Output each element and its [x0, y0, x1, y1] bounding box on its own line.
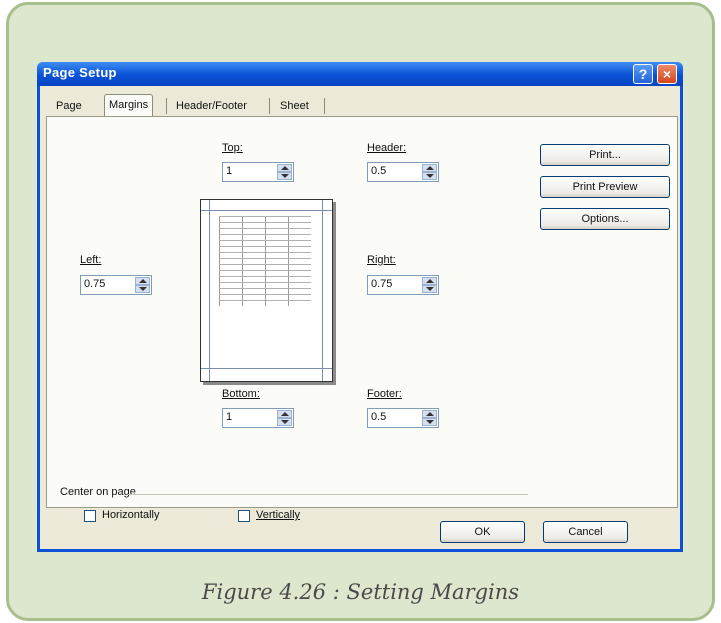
spin-down-button[interactable]: [422, 418, 437, 426]
right-margin-line: [322, 200, 323, 381]
left-margin-spinner[interactable]: 0.75: [80, 275, 152, 295]
horizontally-checkbox[interactable]: [84, 510, 96, 522]
left-label: Left:: [80, 254, 102, 266]
right-margin-spinner[interactable]: 0.75: [367, 275, 439, 295]
spin-down-button[interactable]: [422, 285, 437, 293]
arrow-up-icon: [426, 166, 434, 170]
arrow-up-icon: [281, 166, 289, 170]
tab-divider: [166, 98, 167, 114]
page-preview: [200, 199, 333, 382]
bottom-label: Bottom:: [222, 388, 260, 400]
arrow-up-icon: [139, 279, 147, 283]
spin-up-button[interactable]: [135, 277, 150, 285]
print-button[interactable]: Print...: [540, 144, 670, 166]
arrow-up-icon: [426, 279, 434, 283]
title-bar[interactable]: Page Setup ? ×: [37, 62, 683, 86]
options-button[interactable]: Options...: [540, 208, 670, 230]
spin-down-button[interactable]: [135, 285, 150, 293]
spin-down-button[interactable]: [422, 172, 437, 180]
top-margin-value: 1: [226, 165, 233, 177]
help-button[interactable]: ?: [633, 64, 653, 84]
bottom-margin-value: 1: [226, 411, 233, 423]
spinner-arrows: [422, 164, 437, 180]
tab-divider: [269, 98, 270, 114]
spinner-arrows: [277, 410, 292, 426]
arrow-up-icon: [281, 412, 289, 416]
spin-down-button[interactable]: [277, 172, 292, 180]
right-label: Right:: [367, 254, 396, 266]
spinner-arrows: [422, 277, 437, 293]
top-margin-spinner[interactable]: 1: [222, 162, 294, 182]
spin-up-button[interactable]: [422, 164, 437, 172]
left-margin-value: 0.75: [84, 278, 106, 290]
vertically-label[interactable]: Vertically: [256, 509, 300, 521]
spin-up-button[interactable]: [422, 277, 437, 285]
arrow-down-icon: [139, 287, 147, 291]
left-margin-line: [209, 200, 210, 381]
right-margin-value: 0.75: [371, 278, 393, 290]
header-margin-spinner[interactable]: 0.5: [367, 162, 439, 182]
tab-sheet[interactable]: Sheet: [276, 96, 313, 116]
center-on-page-label: Center on page: [60, 486, 136, 498]
tab-margins[interactable]: Margins: [104, 94, 154, 117]
spinner-arrows: [277, 164, 292, 180]
arrow-down-icon: [426, 174, 434, 178]
footer-margin-spinner[interactable]: 0.5: [367, 408, 439, 428]
footer-label: Footer:: [367, 388, 402, 400]
spin-up-button[interactable]: [277, 410, 292, 418]
close-button[interactable]: ×: [657, 64, 677, 84]
group-divider: [128, 494, 528, 495]
print-preview-button[interactable]: Print Preview: [540, 176, 670, 198]
bottom-margin-spinner[interactable]: 1: [222, 408, 294, 428]
spin-down-button[interactable]: [277, 418, 292, 426]
arrow-down-icon: [426, 287, 434, 291]
dialog-body: Page Margins Header/Footer Sheet Top: 1 …: [40, 86, 680, 549]
spinner-arrows: [422, 410, 437, 426]
arrow-down-icon: [426, 420, 434, 424]
arrow-down-icon: [281, 174, 289, 178]
page-setup-dialog: Page Setup ? × Page Margins Header/Foote…: [37, 62, 683, 552]
ok-button[interactable]: OK: [440, 521, 525, 543]
tab-divider: [324, 98, 325, 114]
spin-up-button[interactable]: [277, 164, 292, 172]
header-margin-value: 0.5: [371, 165, 387, 177]
vertically-checkbox[interactable]: [238, 510, 250, 522]
horizontally-label[interactable]: Horizontally: [102, 509, 159, 521]
top-label: Top:: [222, 142, 243, 154]
dialog-title: Page Setup: [43, 65, 117, 80]
tab-page[interactable]: Page: [52, 96, 86, 116]
header-margin-line: [201, 210, 332, 211]
footer-margin-value: 0.5: [371, 411, 387, 423]
arrow-up-icon: [426, 412, 434, 416]
header-label: Header:: [367, 142, 407, 154]
spinner-arrows: [135, 277, 150, 293]
preview-grid: [219, 216, 311, 306]
footer-margin-line: [201, 368, 332, 369]
figure-caption: Figure 4.26 : Setting Margins: [201, 580, 520, 604]
tab-header-footer[interactable]: Header/Footer: [172, 96, 251, 116]
spin-up-button[interactable]: [422, 410, 437, 418]
margins-panel: [46, 116, 678, 508]
arrow-down-icon: [281, 420, 289, 424]
cancel-button[interactable]: Cancel: [543, 521, 628, 543]
